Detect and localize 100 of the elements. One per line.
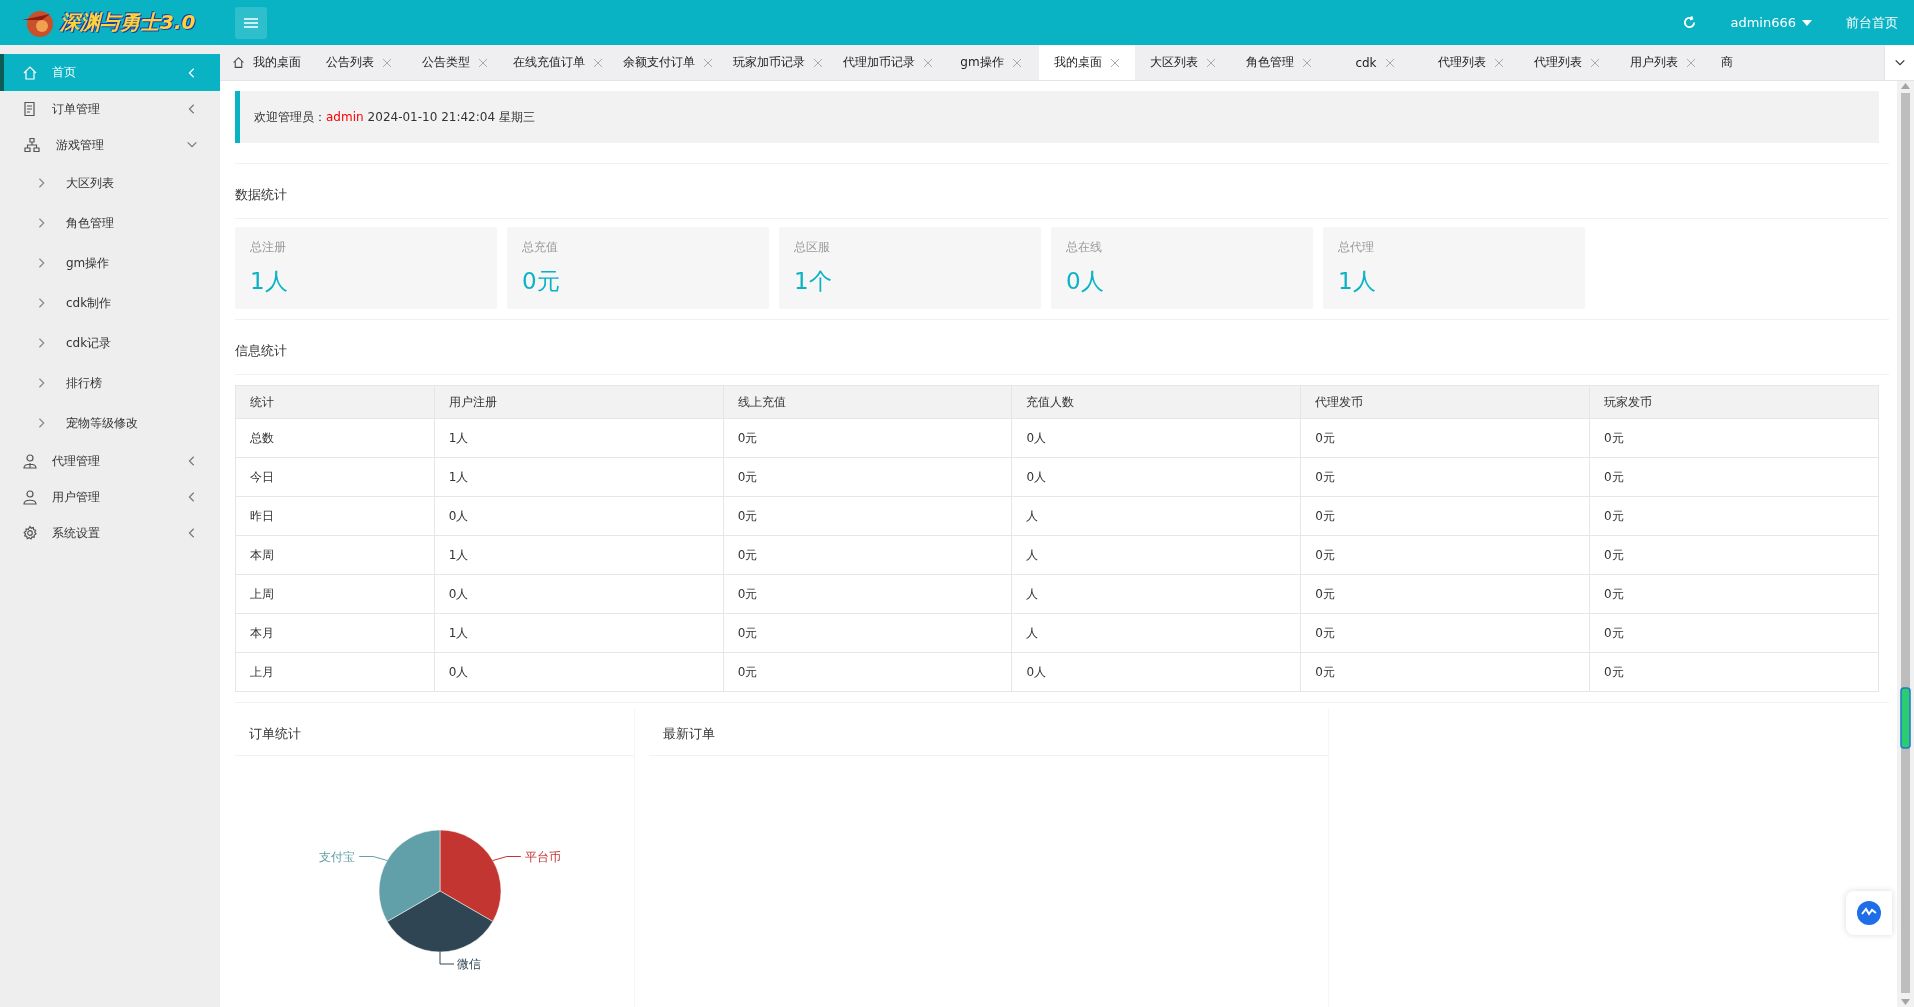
close-icon[interactable]	[1686, 57, 1696, 68]
sidebar-subitem[interactable]: 宠物等级修改	[0, 403, 220, 443]
scroll-up-icon[interactable]	[1901, 83, 1910, 89]
tab[interactable]: 用户列表	[1615, 45, 1711, 80]
tab[interactable]: 大区列表	[1135, 45, 1231, 80]
close-icon[interactable]	[1110, 57, 1120, 68]
tab[interactable]: 公告类型	[407, 45, 503, 80]
datetime-text: 2024-01-10 21:42:04 星期三	[367, 108, 535, 126]
menu-icon	[244, 16, 258, 29]
sidebar-subitem[interactable]: 大区列表	[0, 163, 220, 203]
table-cell: 0元	[1589, 613, 1879, 653]
table-cell: 人	[1011, 613, 1301, 653]
leader-line	[492, 856, 522, 861]
home-icon	[232, 56, 245, 69]
table-cell: 0元	[723, 574, 1012, 614]
tab[interactable]: 我的桌面	[1039, 45, 1135, 80]
column-header: 代理发币	[1300, 385, 1590, 419]
tab[interactable]: 角色管理	[1231, 45, 1327, 80]
tab[interactable]: 玩家加币记录	[723, 45, 833, 80]
panel-title: 订单统计	[235, 709, 634, 756]
sidebar-subitem[interactable]: cdk制作	[0, 283, 220, 323]
sidebar-item[interactable]: 代理管理	[0, 443, 220, 479]
table-cell: 0元	[1300, 418, 1590, 458]
sidebar-subitem[interactable]: gm操作	[0, 243, 220, 283]
settings-icon	[22, 525, 38, 541]
close-icon[interactable]	[1384, 57, 1395, 68]
person-icon	[22, 453, 38, 469]
close-icon[interactable]	[1494, 57, 1504, 68]
sidebar-item[interactable]: 用户管理	[0, 479, 220, 515]
sidebar-item[interactable]: 游戏管理	[0, 127, 220, 163]
tab-dropdown-button[interactable]	[1884, 45, 1914, 80]
tab[interactable]: 余额支付订单	[613, 45, 723, 80]
table-cell: 0人	[1011, 457, 1301, 497]
tab[interactable]: 商	[1711, 45, 1737, 80]
table-cell: 0元	[1589, 418, 1879, 458]
refresh-icon[interactable]	[1683, 16, 1697, 29]
close-icon[interactable]	[1590, 57, 1600, 68]
table-cell: 0元	[723, 496, 1012, 536]
close-icon[interactable]	[593, 57, 603, 68]
close-icon[interactable]	[923, 57, 933, 68]
menu-button[interactable]	[235, 6, 267, 39]
tab[interactable]: 代理列表	[1423, 45, 1519, 80]
table-cell: 人	[1011, 496, 1301, 536]
table-cell: 0元	[723, 457, 1012, 497]
stat-value: 1人	[250, 267, 289, 296]
sidebar-subitem[interactable]: cdk记录	[0, 323, 220, 363]
pie-label: 支付宝	[319, 849, 356, 864]
table-cell: 本月	[235, 613, 435, 653]
tab[interactable]: 公告列表	[311, 45, 407, 80]
table-cell: 0人	[434, 496, 724, 536]
leader-line	[439, 951, 455, 965]
close-icon[interactable]	[703, 57, 713, 68]
close-icon[interactable]	[1011, 57, 1022, 68]
document-icon	[22, 101, 38, 117]
table-cell: 0元	[1589, 496, 1879, 536]
scrollbar-thumb[interactable]	[1900, 93, 1911, 993]
table-cell: 0元	[1300, 574, 1590, 614]
home-icon	[22, 64, 38, 81]
stat-label: 总充值	[522, 239, 559, 256]
scroll-down-icon[interactable]	[1901, 999, 1910, 1005]
close-icon[interactable]	[813, 57, 823, 68]
tab[interactable]: 在线充值订单	[503, 45, 613, 80]
tab[interactable]: 代理加币记录	[833, 45, 943, 80]
table-cell: 0元	[1300, 457, 1590, 497]
caret-icon	[1802, 19, 1812, 26]
sidebar-subitem[interactable]: 角色管理	[0, 203, 220, 243]
close-icon[interactable]	[1302, 57, 1312, 68]
table-cell: 1人	[434, 418, 724, 458]
column-header: 充值人数	[1011, 385, 1301, 419]
tab[interactable]: gm操作	[943, 45, 1039, 80]
stat-value: 0人	[1066, 267, 1105, 296]
table-cell: 0元	[723, 535, 1012, 575]
table-cell: 0元	[1300, 496, 1590, 536]
table-cell: 0元	[1300, 652, 1590, 692]
assistant-button[interactable]	[1846, 891, 1892, 935]
tab[interactable]: 我的桌面	[220, 45, 311, 80]
sidebar-item[interactable]: 订单管理	[0, 91, 220, 127]
table-cell: 总数	[235, 418, 435, 458]
table-cell: 0元	[1589, 535, 1879, 575]
close-icon[interactable]	[382, 57, 392, 68]
sidebar-item[interactable]: 系统设置	[0, 515, 220, 551]
column-header: 玩家发币	[1589, 385, 1879, 419]
column-header: 线上充值	[723, 385, 1012, 419]
tab[interactable]: cdk	[1327, 45, 1423, 80]
tab[interactable]: 代理列表	[1519, 45, 1615, 80]
table-cell: 0元	[1589, 574, 1879, 614]
close-icon[interactable]	[1206, 57, 1216, 68]
section-title: 信息统计	[235, 320, 1889, 375]
table-cell: 0元	[723, 652, 1012, 692]
section-title: 数据统计	[235, 164, 1889, 219]
close-icon[interactable]	[478, 57, 488, 68]
table-cell: 1人	[434, 457, 724, 497]
table-cell: 0人	[434, 574, 724, 614]
table-cell: 昨日	[235, 496, 435, 536]
table-cell: 今日	[235, 457, 435, 497]
sidebar-subitem[interactable]: 排行榜	[0, 363, 220, 403]
table-cell: 上月	[235, 652, 435, 692]
stat-label: 总在线	[1066, 239, 1103, 256]
logo-text: 深渊与勇士3.0	[60, 9, 196, 36]
table-cell: 0元	[1589, 457, 1879, 497]
